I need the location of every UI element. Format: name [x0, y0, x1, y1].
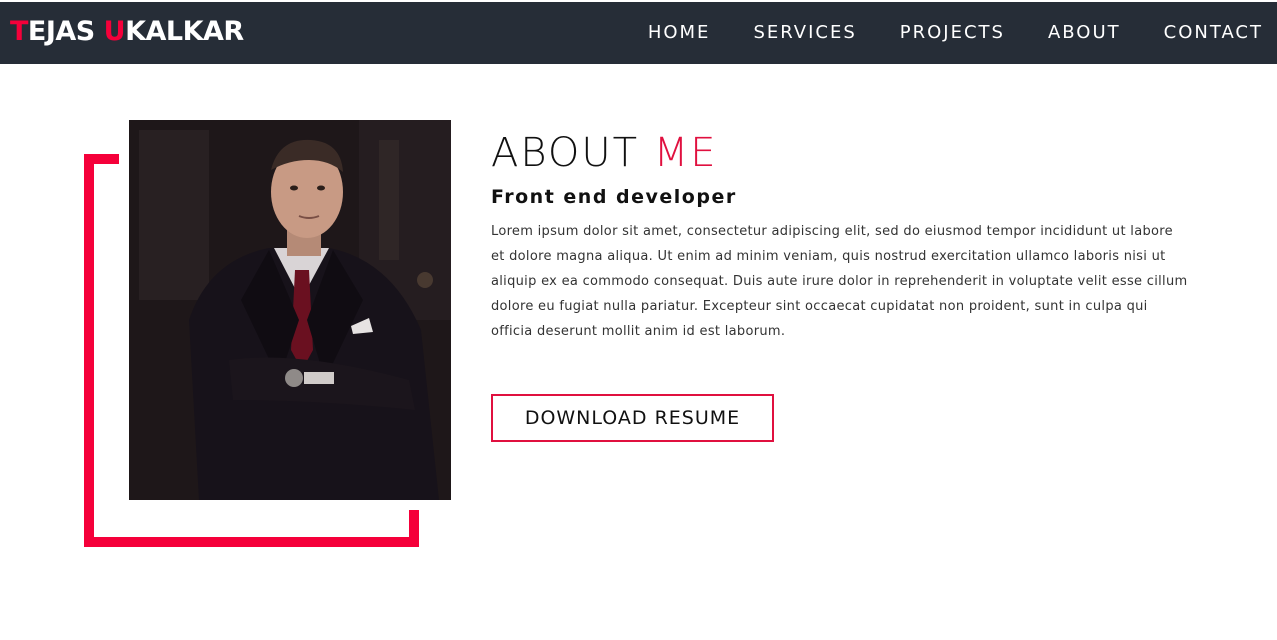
nav-link-projects[interactable]: PROJECTS: [900, 22, 1005, 43]
about-subtitle: Front end developer: [491, 186, 737, 208]
download-resume-button[interactable]: DOWNLOAD RESUME: [491, 394, 774, 442]
logo-last-initial: U: [103, 16, 126, 47]
profile-photo-illustration: [129, 120, 451, 500]
nav-link-contact[interactable]: CONTACT: [1164, 22, 1263, 43]
about-heading-accent: ME: [653, 130, 718, 176]
logo-last-rest: KALKAR: [125, 16, 244, 47]
about-heading-main: ABOUT: [491, 130, 654, 176]
logo-first-initial: T: [10, 16, 28, 47]
nav-link-services[interactable]: SERVICES: [753, 22, 856, 43]
nav-link-about[interactable]: ABOUT: [1048, 22, 1121, 43]
photo-frame-left-accent: [84, 154, 94, 547]
photo-frame-right-accent: [409, 510, 419, 547]
site-logo[interactable]: TEJAS UKALKAR: [10, 16, 244, 47]
nav-link-home[interactable]: HOME: [648, 22, 711, 43]
photo-frame-bottom-accent: [84, 537, 419, 547]
profile-photo: [129, 120, 451, 500]
top-navbar: TEJAS UKALKAR HOME SERVICES PROJECTS ABO…: [0, 2, 1277, 64]
logo-first-rest: EJAS: [27, 16, 104, 47]
nav-links: HOME SERVICES PROJECTS ABOUT CONTACT: [648, 22, 1263, 43]
about-heading: ABOUT ME: [491, 130, 718, 176]
about-description: Lorem ipsum dolor sit amet, consectetur …: [491, 224, 1188, 339]
